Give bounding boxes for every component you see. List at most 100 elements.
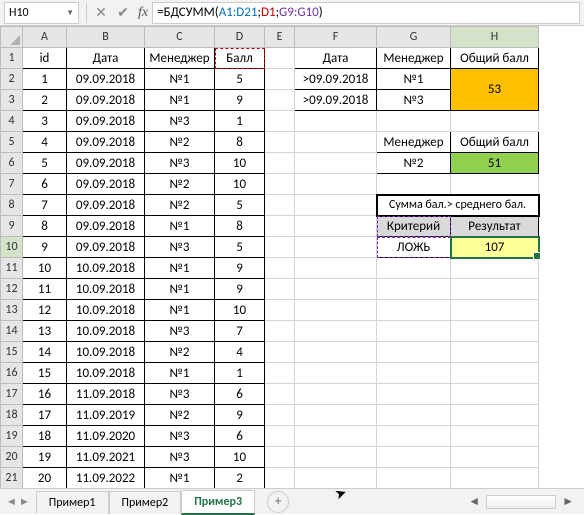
cell[interactable]: 5 [23, 153, 67, 174]
cell[interactable] [295, 216, 377, 237]
cell[interactable] [451, 321, 539, 342]
cell[interactable] [451, 426, 539, 447]
cell[interactable] [377, 111, 451, 132]
cell[interactable] [295, 468, 377, 489]
cell[interactable]: №2 [145, 342, 215, 363]
row-header-20[interactable]: 20 [1, 447, 23, 468]
cell[interactable] [451, 363, 539, 384]
cell[interactable] [265, 48, 295, 69]
cell[interactable]: 10 [215, 447, 265, 468]
cell[interactable]: Дата [67, 48, 145, 69]
cell[interactable]: №1 [377, 69, 451, 90]
col-header-B[interactable]: B [67, 27, 145, 48]
row-header-3[interactable]: 3 [1, 90, 23, 111]
cell[interactable]: 09.09.2018 [67, 195, 145, 216]
cell[interactable]: 09.09.2018 [67, 237, 145, 258]
cell[interactable] [265, 174, 295, 195]
cell[interactable]: 10 [215, 153, 265, 174]
cell[interactable]: 6 [215, 426, 265, 447]
cell[interactable] [265, 363, 295, 384]
cell[interactable] [377, 405, 451, 426]
tab-nav-next-icon[interactable]: ► [19, 495, 30, 508]
cell[interactable]: 09.09.2018 [67, 153, 145, 174]
cell[interactable]: 09.09.2018 [67, 216, 145, 237]
cell[interactable]: №3 [145, 153, 215, 174]
row-header-15[interactable]: 15 [1, 342, 23, 363]
cell[interactable]: 53 [451, 69, 539, 111]
name-box[interactable]: H10 ▼ [4, 2, 79, 24]
cell[interactable]: 9 [215, 279, 265, 300]
cell[interactable]: 51 [451, 153, 539, 174]
cell[interactable] [265, 216, 295, 237]
col-header-C[interactable]: C [145, 27, 215, 48]
cell[interactable] [451, 279, 539, 300]
cell[interactable]: 11.09.2021 [67, 447, 145, 468]
tab-nav-prev-icon[interactable]: ◄ [6, 495, 17, 508]
hscroll-left-icon[interactable]: ◄ [468, 494, 480, 509]
cell[interactable]: Общий балл [451, 132, 539, 153]
cell[interactable]: №1 [145, 468, 215, 489]
row-header-14[interactable]: 14 [1, 321, 23, 342]
cell[interactable] [265, 153, 295, 174]
row-header-4[interactable]: 4 [1, 111, 23, 132]
row-header-8[interactable]: 8 [1, 195, 23, 216]
cell[interactable]: 1 [23, 69, 67, 90]
cell[interactable]: 18 [23, 426, 67, 447]
cell[interactable]: №1 [145, 216, 215, 237]
cell[interactable]: 4 [23, 132, 67, 153]
cell[interactable]: 5 [215, 195, 265, 216]
cell[interactable]: 12 [23, 300, 67, 321]
cell[interactable]: 11.09.2019 [67, 405, 145, 426]
cell[interactable] [265, 279, 295, 300]
cell[interactable] [295, 321, 377, 342]
cell[interactable] [451, 174, 539, 195]
cell[interactable] [451, 405, 539, 426]
cell[interactable] [265, 195, 295, 216]
add-sheet-icon[interactable]: + [267, 491, 289, 513]
cell[interactable]: Критерий [377, 216, 451, 237]
cell[interactable]: 8 [215, 132, 265, 153]
row-header-9[interactable]: 9 [1, 216, 23, 237]
cell[interactable] [295, 447, 377, 468]
cell[interactable]: Общий балл [451, 48, 539, 69]
cell[interactable]: 17 [23, 405, 67, 426]
cell[interactable]: 1 [215, 363, 265, 384]
cell[interactable]: 09.09.2018 [67, 90, 145, 111]
sheet-tab-3[interactable]: Пример3 [181, 490, 255, 515]
cell[interactable]: №3 [145, 447, 215, 468]
cell[interactable]: id [23, 48, 67, 69]
cell[interactable]: 16 [23, 384, 67, 405]
cell[interactable]: №2 [145, 405, 215, 426]
cell[interactable]: 20 [23, 468, 67, 489]
cell[interactable] [451, 468, 539, 489]
cell[interactable]: 6 [215, 384, 265, 405]
row-header-12[interactable]: 12 [1, 279, 23, 300]
cell[interactable]: Результат [451, 216, 539, 237]
cell[interactable]: 8 [23, 216, 67, 237]
cell[interactable]: 10.09.2018 [67, 321, 145, 342]
cell[interactable] [265, 468, 295, 489]
cell[interactable]: 9 [215, 405, 265, 426]
select-all-corner[interactable] [1, 27, 23, 48]
cell[interactable] [377, 174, 451, 195]
cell[interactable] [451, 384, 539, 405]
row-header-10[interactable]: 10 [1, 237, 23, 258]
cell[interactable]: 7 [215, 321, 265, 342]
cell[interactable]: 3 [23, 111, 67, 132]
cell[interactable] [295, 342, 377, 363]
cell[interactable]: 6 [23, 174, 67, 195]
horizontal-scrollbar[interactable] [486, 495, 556, 509]
cell[interactable] [265, 132, 295, 153]
cell[interactable]: 5 [215, 237, 265, 258]
cell[interactable]: №2 [377, 153, 451, 174]
cell[interactable] [295, 111, 377, 132]
cell[interactable] [295, 279, 377, 300]
spreadsheet-grid[interactable]: A B C D E F G H 1idДатаМенеджерБаллДатаМ… [0, 26, 540, 488]
cell[interactable]: №1 [145, 258, 215, 279]
cell[interactable] [451, 258, 539, 279]
cell[interactable] [265, 69, 295, 90]
cell[interactable]: №1 [145, 279, 215, 300]
cell[interactable]: №3 [145, 111, 215, 132]
cell[interactable]: 8 [215, 216, 265, 237]
cell[interactable]: 14 [23, 342, 67, 363]
